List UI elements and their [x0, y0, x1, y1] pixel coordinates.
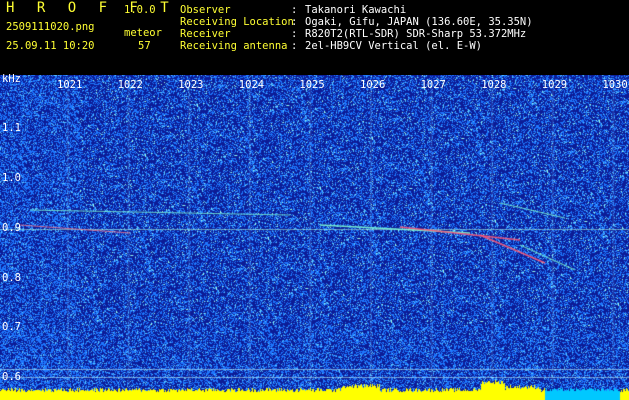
info-value-antenna: 2el-HB9CV Vertical (el. E-W): [305, 40, 483, 52]
date-time: 25.09.11 10:20: [6, 40, 95, 52]
x-tick-label: 1023: [178, 79, 204, 91]
y-tick-label: 0.6: [2, 371, 21, 383]
app-version: 1.0.0: [124, 4, 156, 16]
y-tick-label: 0.9: [2, 222, 21, 234]
info-value-observer: Takanori Kawachi: [305, 4, 407, 16]
y-tick-label: 0.7: [2, 321, 21, 333]
x-tick-label: 1025: [299, 79, 325, 91]
info-label-observer: Observer: [180, 4, 231, 16]
header-panel: H R O F F T 1.0.0 2509111020.png meteor …: [0, 0, 629, 75]
y-tick-label: 1.0: [2, 172, 21, 184]
x-tick-label: 1026: [360, 79, 386, 91]
spectrogram-canvas: [0, 75, 629, 400]
info-sep: :: [291, 28, 298, 40]
x-tick-label: 1024: [238, 79, 265, 91]
file-name: 2509111020.png: [6, 21, 95, 33]
y-tick-label: 1.1: [2, 122, 21, 134]
x-tick-label: 1028: [481, 79, 507, 91]
x-tick-label: 1027: [420, 79, 446, 91]
info-label-receiver: Receiver: [180, 28, 231, 40]
y-axis-unit: kHz: [2, 73, 21, 85]
info-sep: :: [291, 4, 298, 16]
info-sep: :: [291, 40, 298, 52]
info-value-receiver: R820T2(RTL-SDR) SDR-Sharp 53.372MHz: [305, 28, 527, 40]
info-label-location: Receiving Location: [180, 16, 294, 28]
x-tick-label: 1021: [57, 79, 83, 91]
y-tick-label: 0.8: [2, 272, 21, 284]
info-sep: :: [291, 16, 298, 28]
event-count: 57: [138, 40, 151, 52]
x-tick-label: 1022: [117, 79, 143, 91]
x-tick-label: 1029: [541, 79, 568, 91]
x-tick-label: 1030: [602, 79, 628, 91]
info-value-location: Ogaki, Gifu, JAPAN (136.60E, 35.35N): [305, 16, 533, 28]
info-label-antenna: Receiving antenna: [180, 40, 288, 52]
event-type: meteor: [124, 27, 162, 39]
